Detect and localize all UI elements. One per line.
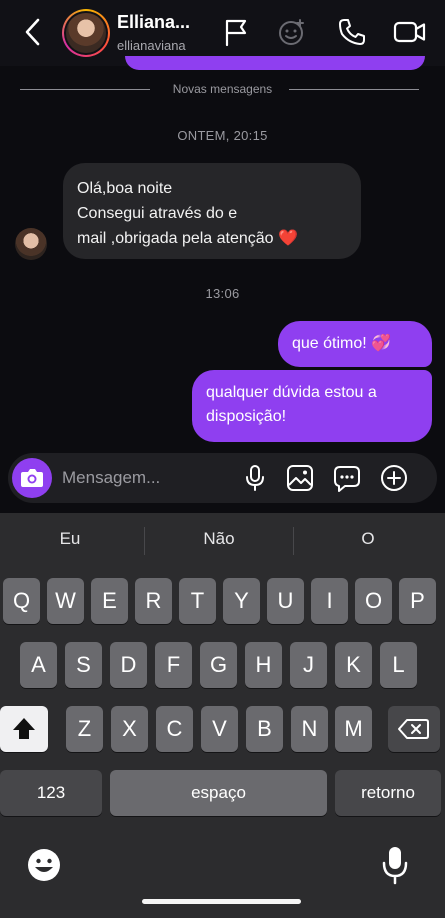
key-f[interactable]: F (155, 642, 192, 688)
key-x[interactable]: X (111, 706, 148, 752)
message-composer (8, 453, 437, 503)
voice-message-button[interactable] (240, 463, 270, 493)
key-l[interactable]: L (380, 642, 417, 688)
key-o[interactable]: O (355, 578, 392, 624)
key-j[interactable]: J (290, 642, 327, 688)
suggestion-1[interactable]: Eu (0, 529, 144, 549)
sender-avatar[interactable] (15, 228, 47, 260)
key-n[interactable]: N (291, 706, 328, 752)
incoming-message-bubble[interactable]: Olá,boa noite Consegui através do e mail… (63, 163, 361, 259)
report-button[interactable] (220, 16, 252, 48)
contact-name[interactable]: Elliana... (117, 12, 190, 33)
back-chevron-icon (25, 18, 40, 46)
sticker-button[interactable] (276, 16, 308, 48)
key-w[interactable]: W (47, 578, 84, 624)
key-k[interactable]: K (335, 642, 372, 688)
keyboard: Eu Não O Q W E R T Y U I O P A S D F G H… (0, 513, 445, 918)
key-h[interactable]: H (245, 642, 282, 688)
add-circle-icon (381, 465, 407, 491)
emoji-icon (28, 849, 60, 881)
contact-username[interactable]: ellianaviana (117, 38, 186, 53)
outgoing-message-bubble[interactable]: qualquer dúvida estou a disposição! (192, 370, 432, 442)
key-b[interactable]: B (246, 706, 283, 752)
key-v[interactable]: V (201, 706, 238, 752)
contact-avatar[interactable] (62, 9, 110, 57)
key-r[interactable]: R (135, 578, 172, 624)
sticker-chat-button[interactable] (332, 463, 362, 493)
video-call-button[interactable] (393, 16, 427, 48)
microphone-icon (246, 465, 264, 491)
key-a[interactable]: A (20, 642, 57, 688)
emoji-button[interactable] (26, 847, 62, 883)
numbers-key[interactable]: 123 (0, 770, 102, 816)
gallery-icon (287, 465, 313, 491)
video-camera-icon (393, 21, 426, 43)
dictation-microphone-icon (382, 847, 408, 885)
key-g[interactable]: G (200, 642, 237, 688)
message-line: mail ,obrigada pela atenção ❤️ (77, 230, 298, 247)
more-button[interactable] (379, 463, 409, 493)
message-line: Consegui através do e (77, 205, 238, 222)
new-messages-label: Novas mensagens (172, 82, 273, 96)
dictation-button[interactable] (380, 845, 410, 885)
message-text: que ótimo! 💞 (292, 335, 392, 352)
key-m[interactable]: M (335, 706, 372, 752)
key-s[interactable]: S (65, 642, 102, 688)
key-e[interactable]: E (91, 578, 128, 624)
key-t[interactable]: T (179, 578, 216, 624)
return-key[interactable]: retorno (335, 770, 441, 816)
suggestion-2[interactable]: Não (145, 529, 293, 549)
home-indicator[interactable] (142, 899, 301, 904)
back-button[interactable] (18, 14, 48, 50)
camera-button[interactable] (12, 458, 52, 498)
flag-icon (225, 19, 247, 47)
message-line: qualquer dúvida estou a (206, 384, 377, 401)
backspace-icon (398, 719, 429, 739)
backspace-key[interactable] (388, 706, 440, 752)
key-d[interactable]: D (110, 642, 147, 688)
shift-key[interactable] (0, 706, 48, 752)
space-key[interactable]: espaço (110, 770, 327, 816)
message-line: disposição! (206, 408, 287, 425)
gallery-button[interactable] (285, 463, 315, 493)
camera-icon (21, 469, 43, 487)
message-line: Olá,boa noite (77, 180, 173, 197)
message-input[interactable] (62, 466, 222, 490)
sticker-chat-icon (334, 466, 360, 492)
outgoing-message-bubble[interactable]: que ótimo! 💞 (278, 321, 432, 367)
timestamp: 13:06 (205, 286, 240, 301)
key-c[interactable]: C (156, 706, 193, 752)
sticker-icon (279, 19, 304, 45)
key-z[interactable]: Z (66, 706, 103, 752)
key-p[interactable]: P (399, 578, 436, 624)
shift-icon (13, 718, 35, 739)
key-q[interactable]: Q (3, 578, 40, 624)
voice-call-button[interactable] (336, 16, 368, 48)
key-u[interactable]: U (267, 578, 304, 624)
suggestion-3[interactable]: O (294, 529, 442, 549)
phone-icon (339, 19, 365, 45)
key-i[interactable]: I (311, 578, 348, 624)
previous-message-bubble[interactable] (125, 56, 425, 70)
timestamp: ONTEM, 20:15 (177, 128, 268, 143)
key-y[interactable]: Y (223, 578, 260, 624)
avatar-photo (66, 13, 106, 53)
